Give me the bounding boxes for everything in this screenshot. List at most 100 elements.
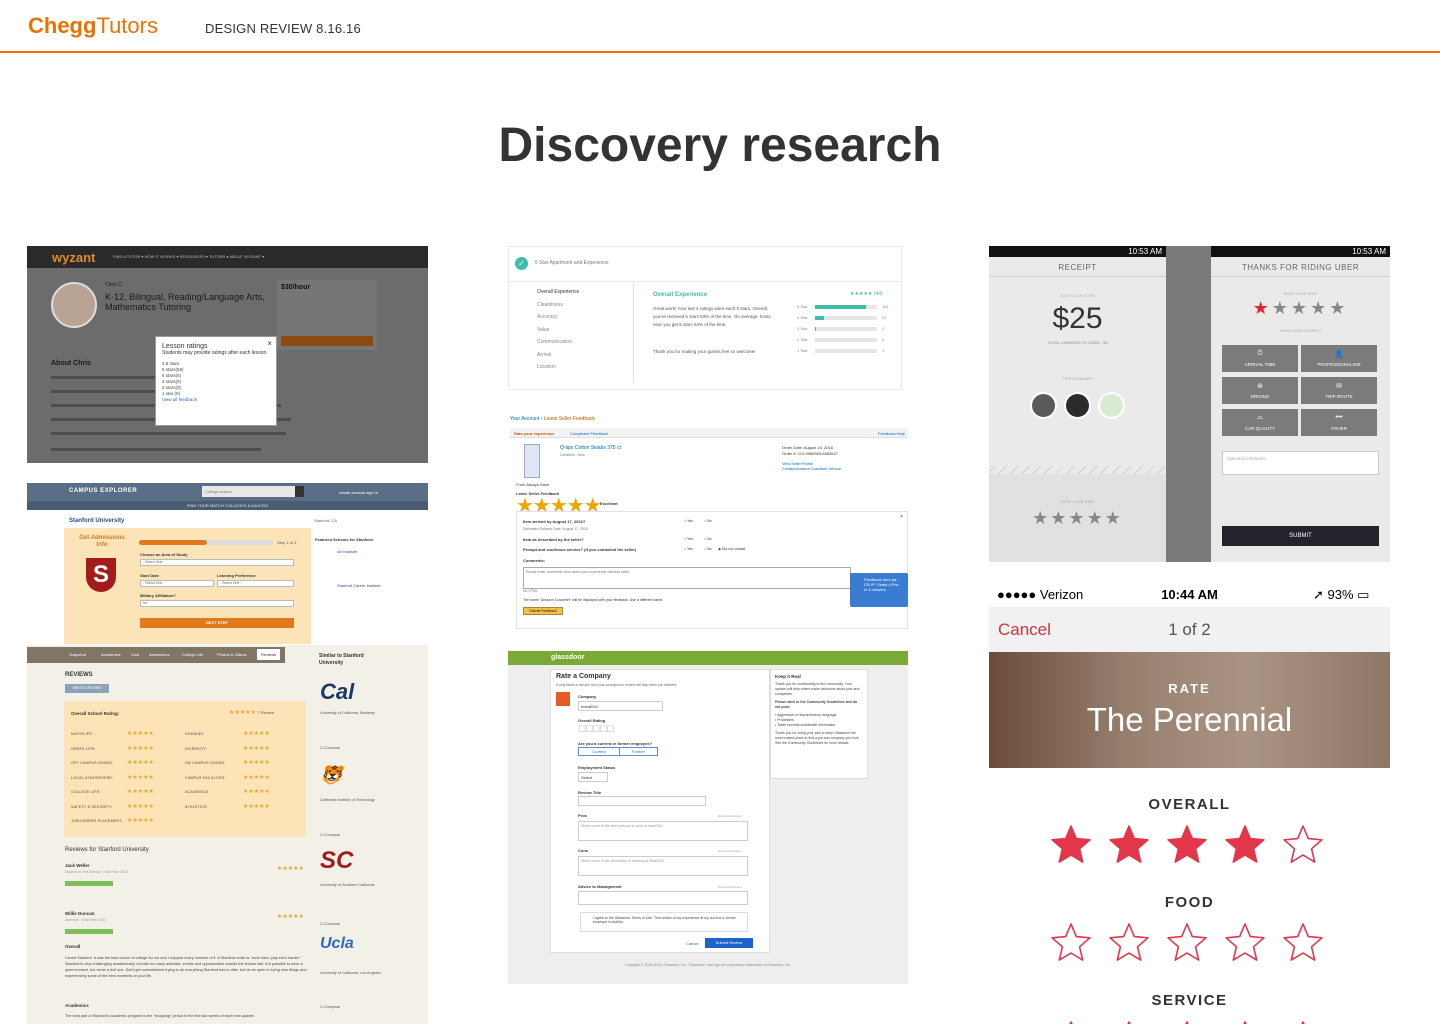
star-icon[interactable]: ★	[1310, 298, 1329, 318]
star-icon[interactable]	[1109, 1020, 1149, 1024]
compare-checkbox[interactable]: ☐ Compare	[320, 832, 340, 837]
star-icon[interactable]	[1051, 1020, 1091, 1024]
college-search-input[interactable]: College search...	[202, 486, 304, 497]
experience-menu-item[interactable]: Location	[537, 364, 556, 370]
breadcrumb-account[interactable]: Your Account	[510, 416, 539, 422]
tab-college-life[interactable]: College Life	[182, 652, 203, 657]
notification-toast[interactable]: Feedback form pa... CR-IP: Seats 4-Pro..…	[850, 573, 908, 607]
write-review-button[interactable]: WRITE A REVIEW	[65, 684, 109, 693]
star-icon[interactable]: ★	[1329, 298, 1348, 318]
school-logo[interactable]: Cal	[320, 679, 354, 705]
area-of-study-select[interactable]: - Select One -	[140, 559, 294, 566]
contact-button[interactable]	[281, 336, 373, 346]
compare-checkbox[interactable]: ☐ Compare	[320, 745, 340, 750]
glassdoor-logo[interactable]: glassdoor	[551, 654, 584, 661]
feedback-option-button[interactable]: ⌓ CAR QUALITY	[1222, 409, 1298, 436]
pros-input[interactable]: Share some of the best reasons to work a…	[578, 821, 748, 841]
product-name[interactable]: Q-tips Cotton Swabs 375 ct	[560, 445, 621, 451]
experience-menu-item[interactable]: Value	[537, 327, 549, 333]
submit-feedback-button[interactable]: Submit Feedback	[523, 607, 563, 615]
experience-menu-item[interactable]: Accuracy	[537, 314, 558, 320]
terms-agreement[interactable]: I agree to the Glassdoor Terms of Use. T…	[580, 912, 748, 932]
feedback-option-button[interactable]: 👤 PROFESSIONALISM	[1301, 345, 1377, 372]
next-step-button[interactable]: NEXT STEP	[140, 618, 294, 628]
current-option[interactable]: Current	[579, 748, 619, 756]
radio-no[interactable]: ○ No	[704, 547, 712, 551]
ride-rating-stars[interactable]: ★★★★★	[1211, 298, 1390, 319]
cons-input[interactable]: Share some of the downsides of working a…	[578, 856, 748, 876]
school-logo[interactable]: Ucla	[320, 935, 354, 953]
star-icon[interactable]	[1167, 824, 1207, 864]
order-number[interactable]: Order #: 113-9966369-6582637	[782, 451, 838, 457]
star-icon[interactable]	[1283, 824, 1323, 864]
star-icon[interactable]	[1051, 824, 1091, 864]
radio-no[interactable]: ○ No	[704, 519, 712, 523]
feedback-help-link[interactable]: Feedback Help	[878, 431, 905, 436]
school-logo[interactable]: 🐯	[320, 765, 342, 786]
campus-explorer-logo[interactable]: CAMPUS EXPLORER	[69, 488, 137, 494]
school-logo[interactable]: SC	[320, 847, 353, 875]
experience-menu-item[interactable]: Cleanliness	[537, 302, 563, 308]
review-title-input[interactable]	[578, 796, 706, 806]
star-icon[interactable]: ★	[1253, 298, 1272, 318]
learning-preference-select[interactable]: - Select One -	[217, 580, 294, 587]
experience-menu-item[interactable]: Arrival	[537, 352, 551, 358]
star-rating-row[interactable]	[1051, 824, 1331, 868]
star-icon[interactable]	[1225, 1020, 1265, 1024]
former-option[interactable]: Former	[619, 748, 657, 756]
radio-yes[interactable]: ○ Yes	[684, 519, 693, 523]
star-rating-row[interactable]	[1051, 1020, 1331, 1024]
employment-status-select[interactable]: Select	[578, 772, 608, 782]
featured-school-link[interactable]: Art Institute	[337, 549, 357, 554]
comments-input[interactable]: Please enter comments here about your ex…	[523, 567, 851, 589]
tab-snapshot[interactable]: Snapshot	[69, 652, 86, 657]
radio-yes[interactable]: ○ Yes	[684, 547, 693, 551]
compare-checkbox[interactable]: ☐ Compare	[320, 921, 340, 926]
star-icon[interactable]	[1283, 922, 1323, 962]
view-all-feedback-link[interactable]: View all feedback	[162, 397, 270, 402]
seller-links[interactable]: View Seller Profile Contact Amazon Custo…	[782, 462, 841, 472]
star-icon[interactable]	[1225, 824, 1265, 864]
star-icon[interactable]	[1167, 922, 1207, 962]
company-input[interactable]: InstaEDU	[578, 701, 663, 711]
campus-subnav[interactable]: FIND YOUR MATCH COLLEGES & MAJORS	[27, 501, 428, 510]
radio-did-not-contact[interactable]: ◉ Did not contact	[718, 547, 745, 551]
view-ratings-button[interactable]	[65, 881, 113, 886]
feedback-option-button[interactable]: ••• OTHER	[1301, 409, 1377, 436]
radio-yes[interactable]: ○ Yes	[684, 537, 693, 541]
close-icon[interactable]: ×	[900, 514, 903, 520]
submit-review-button[interactable]: Submit Review	[705, 938, 753, 948]
similar-school-name[interactable]: University of California, Los Angeles	[320, 971, 384, 976]
compare-checkbox[interactable]: ☐ Compare	[320, 1004, 340, 1009]
employee-toggle[interactable]: Current Former	[578, 747, 658, 756]
tab-academics[interactable]: Academics	[101, 652, 121, 657]
feedback-option-button[interactable]: ✉ TRIP ROUTE	[1301, 377, 1377, 404]
wyzant-nav-links[interactable]: FIND A TUTOR ▾ HOW IT WORKS ▾ RESOURCES …	[113, 254, 264, 259]
star-icon[interactable]	[1051, 922, 1091, 962]
start-date-select[interactable]: - Select One -	[140, 580, 214, 587]
feedback-option-button[interactable]: ⊛ DRIVING	[1222, 377, 1298, 404]
feedback-option-button[interactable]: ⏱ ARRIVAL TIME	[1222, 345, 1298, 372]
tab-admissions[interactable]: Admissions	[149, 652, 169, 657]
chegg-tutors-logo[interactable]: CheggTutors	[28, 13, 158, 39]
similar-school-name[interactable]: University of Southern California	[320, 883, 384, 888]
star-icon[interactable]	[1225, 922, 1265, 962]
experience-menu-item[interactable]: Overall Experience	[537, 289, 579, 295]
radio-no[interactable]: ○ No	[704, 537, 712, 541]
close-icon[interactable]: ×	[267, 339, 272, 348]
experience-menu-item[interactable]: Communication	[537, 339, 572, 345]
search-icon[interactable]	[295, 486, 304, 497]
tab-reviews[interactable]: Reviews	[257, 649, 281, 660]
featured-school-link[interactable]: Stanford Career Institute	[337, 583, 381, 588]
tab-photos-videos[interactable]: Photos & Videos	[217, 652, 247, 657]
ride-rating-stars[interactable]: ★★★★★	[989, 508, 1166, 529]
view-ratings-button[interactable]	[65, 929, 113, 934]
star-icon[interactable]	[1109, 922, 1149, 962]
tab-rate-experience[interactable]: Rate your experience	[514, 431, 554, 436]
wyzant-logo[interactable]: wyzant	[52, 250, 95, 265]
star-icon[interactable]	[1167, 1020, 1207, 1024]
overall-rating-stars[interactable]: ☐☐☐☐☐	[578, 724, 614, 735]
account-links[interactable]: create account sign in	[339, 490, 378, 495]
tab-cost[interactable]: Cost	[131, 652, 139, 657]
star-rating-row[interactable]	[1051, 922, 1331, 966]
